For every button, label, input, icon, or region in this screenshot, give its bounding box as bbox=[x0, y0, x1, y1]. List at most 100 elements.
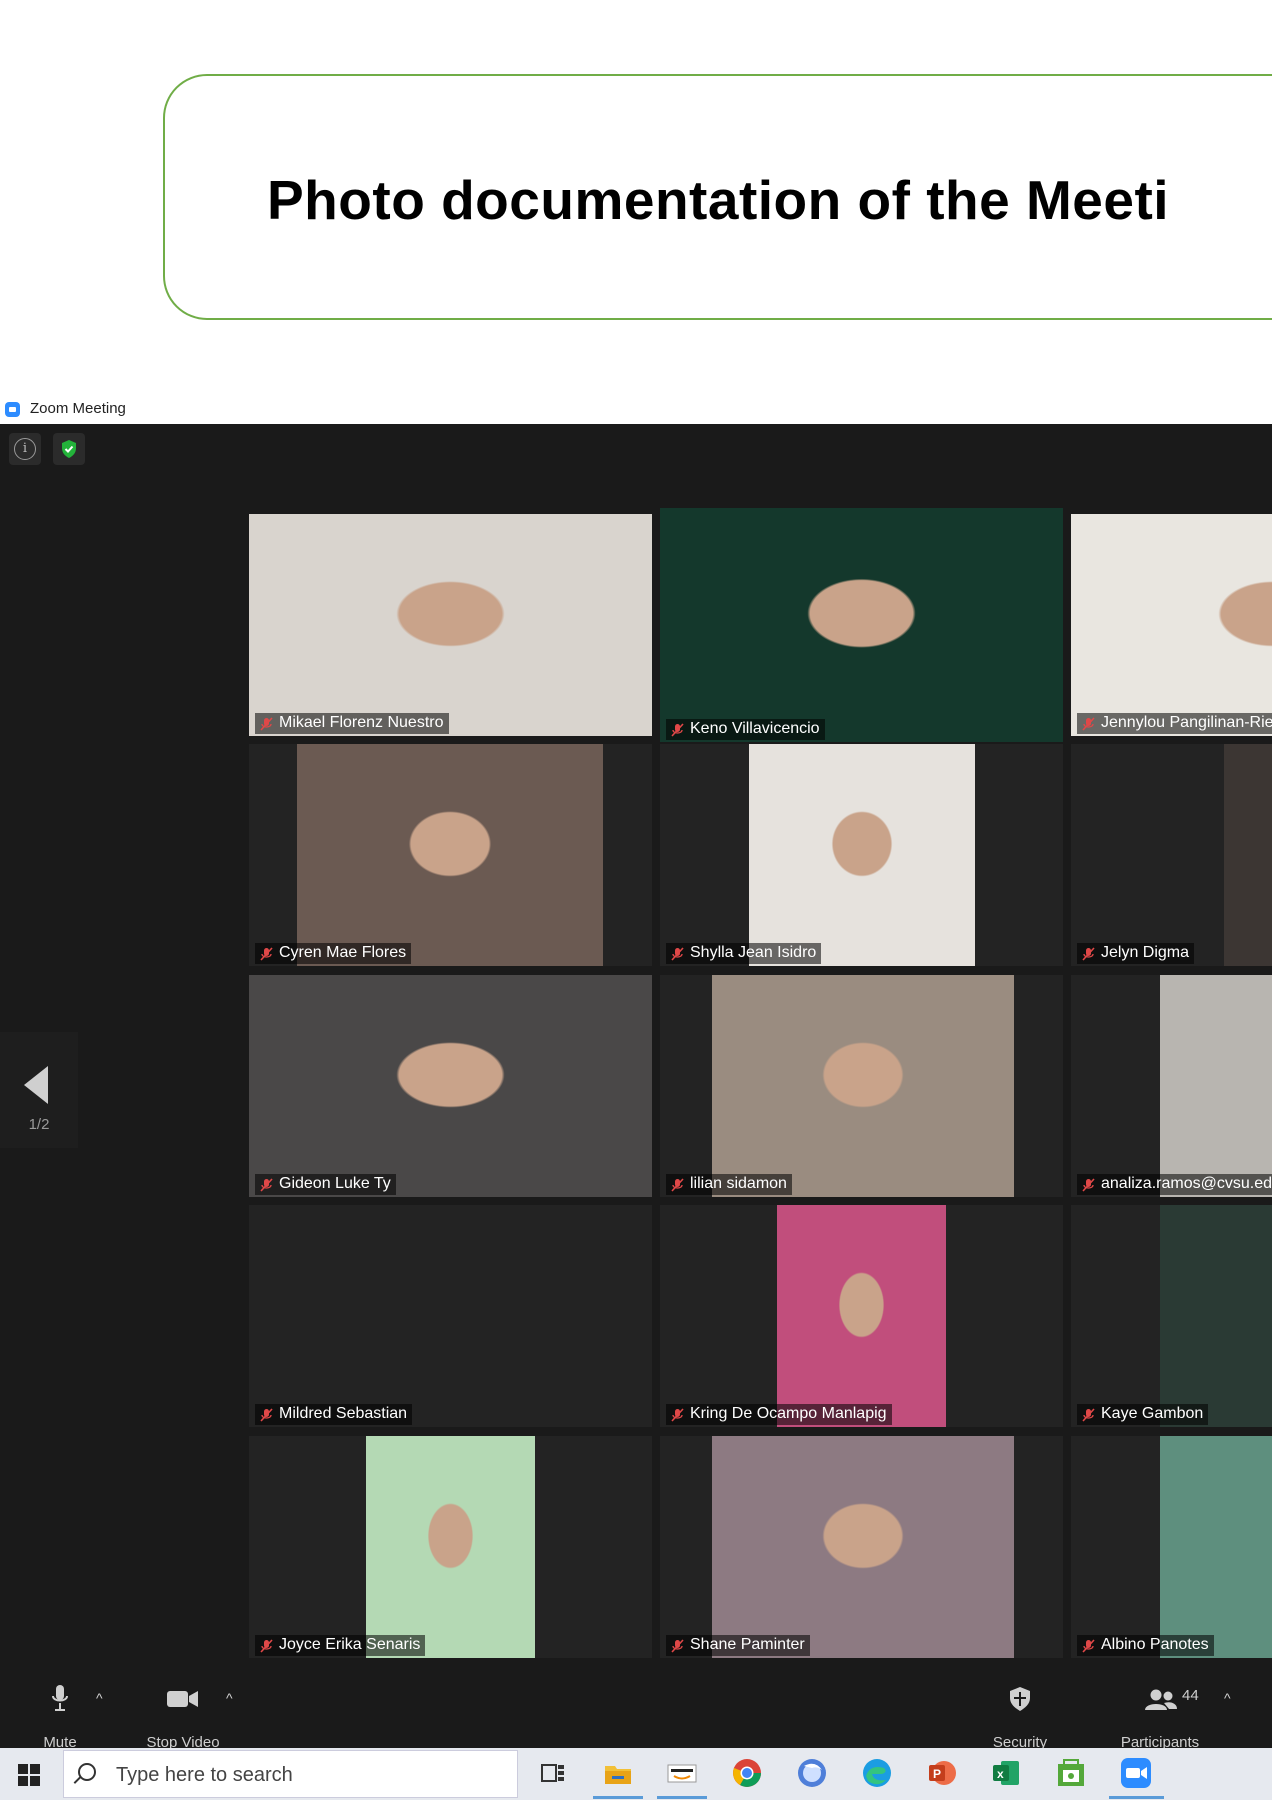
participant-video-feed bbox=[1160, 1205, 1272, 1427]
participant-name-text: Mikael Florenz Nuestro bbox=[279, 714, 444, 731]
encryption-shield-button[interactable] bbox=[53, 433, 85, 465]
page-indicator: 1/2 bbox=[28, 1116, 50, 1133]
participant-video-feed bbox=[366, 1436, 535, 1658]
participant-name-text: Kring De Ocampo Manlapig bbox=[690, 1405, 887, 1422]
muted-microphone-icon bbox=[1082, 1178, 1095, 1192]
participant-video-tile[interactable]: Kaye Gambon bbox=[1071, 1205, 1272, 1427]
store-icon[interactable] bbox=[1054, 1756, 1088, 1790]
meeting-info-button[interactable]: i bbox=[9, 433, 41, 465]
participant-video-feed bbox=[1160, 975, 1272, 1197]
participant-name-label: Gideon Luke Ty bbox=[255, 1174, 396, 1195]
muted-microphone-icon bbox=[260, 1639, 273, 1653]
participant-name-text: lilian sidamon bbox=[690, 1175, 787, 1192]
participant-video-feed bbox=[1160, 1436, 1272, 1658]
participants-count-badge: 44 bbox=[1182, 1687, 1199, 1704]
participant-name-text: Albino Panotes bbox=[1101, 1636, 1209, 1653]
muted-microphone-icon bbox=[1082, 947, 1095, 961]
zoom-icon[interactable] bbox=[1119, 1756, 1153, 1790]
powerpoint-icon[interactable]: P bbox=[924, 1756, 958, 1790]
participant-video-tile[interactable]: Mildred Sebastian bbox=[249, 1205, 652, 1427]
audio-options-caret-icon[interactable]: ^ bbox=[96, 1690, 103, 1706]
shield-check-icon bbox=[62, 440, 76, 458]
participant-video-tile[interactable]: Jennylou Pangilinan-Riel bbox=[1071, 514, 1272, 736]
muted-microphone-icon bbox=[260, 1408, 273, 1422]
info-icon: i bbox=[14, 438, 36, 460]
security-button[interactable]: Security bbox=[980, 1684, 1060, 1751]
chevron-left-icon bbox=[24, 1066, 48, 1104]
participant-video-tile[interactable]: Joyce Erika Senaris bbox=[249, 1436, 652, 1658]
participant-video-feed bbox=[749, 744, 975, 966]
edge-icon[interactable] bbox=[860, 1756, 894, 1790]
taskbar-search-box[interactable]: Type here to search bbox=[63, 1750, 518, 1798]
participant-name-text: Kaye Gambon bbox=[1101, 1405, 1204, 1422]
svg-text:P: P bbox=[933, 1767, 941, 1781]
muted-microphone-icon bbox=[260, 1178, 273, 1192]
chrome-icon[interactable] bbox=[730, 1756, 764, 1790]
document-title: Photo documentation of the Meeti bbox=[267, 169, 1170, 231]
participant-name-text: analiza.ramos@cvsu.ed bbox=[1101, 1175, 1272, 1192]
firefox-icon[interactable] bbox=[795, 1756, 829, 1790]
participant-video-tile[interactable]: Shane Paminter bbox=[660, 1436, 1063, 1658]
muted-microphone-icon bbox=[671, 947, 684, 961]
participant-video-tile[interactable]: analiza.ramos@cvsu.ed bbox=[1071, 975, 1272, 1197]
participant-video-feed bbox=[297, 744, 603, 966]
participant-video-feed bbox=[660, 508, 1063, 742]
participant-video-tile[interactable]: Cyren Mae Flores bbox=[249, 744, 652, 966]
amazon-icon[interactable] bbox=[665, 1756, 699, 1790]
task-view-icon[interactable] bbox=[536, 1756, 570, 1790]
participant-name-label: Mildred Sebastian bbox=[255, 1404, 413, 1425]
participant-name-text: Jennylou Pangilinan-Riel bbox=[1101, 714, 1272, 731]
participant-name-text: Shylla Jean Isidro bbox=[690, 944, 817, 961]
participant-video-tile[interactable]: Shylla Jean Isidro bbox=[660, 744, 1063, 966]
muted-microphone-icon bbox=[1082, 1408, 1095, 1422]
participant-video-tile[interactable]: Albino Panotes bbox=[1071, 1436, 1272, 1658]
participant-video-tile[interactable]: Kring De Ocampo Manlapig bbox=[660, 1205, 1063, 1427]
muted-microphone-icon bbox=[671, 723, 684, 737]
participant-name-label: Jennylou Pangilinan-Riel bbox=[1077, 713, 1272, 734]
participant-name-text: Cyren Mae Flores bbox=[279, 944, 407, 961]
participant-name-label: lilian sidamon bbox=[666, 1174, 792, 1195]
file-explorer-running-indicator bbox=[593, 1796, 643, 1799]
participant-video-feed bbox=[712, 1436, 1014, 1658]
participant-name-label: Shane Paminter bbox=[666, 1635, 810, 1656]
participant-name-label: Keno Villavicencio bbox=[666, 719, 825, 740]
participants-icon bbox=[1145, 1689, 1177, 1710]
muted-microphone-icon bbox=[671, 1408, 684, 1422]
participant-video-tile[interactable]: Jelyn Digma bbox=[1071, 744, 1272, 966]
participant-name-label: Joyce Erika Senaris bbox=[255, 1635, 426, 1656]
participant-name-label: Jelyn Digma bbox=[1077, 943, 1195, 964]
participant-name-label: Albino Panotes bbox=[1077, 1635, 1214, 1656]
muted-microphone-icon bbox=[1082, 1639, 1095, 1653]
mute-button[interactable]: Mute bbox=[32, 1684, 88, 1751]
stop-video-button[interactable]: Stop Video bbox=[140, 1684, 226, 1751]
participant-name-text: Jelyn Digma bbox=[1101, 944, 1190, 961]
participant-video-feed bbox=[1071, 514, 1272, 736]
participant-name-text: Keno Villavicencio bbox=[690, 720, 820, 737]
file-explorer-icon[interactable] bbox=[601, 1756, 635, 1790]
participant-name-label: Kring De Ocampo Manlapig bbox=[666, 1404, 892, 1425]
search-placeholder: Type here to search bbox=[116, 1764, 293, 1786]
participant-name-label: analiza.ramos@cvsu.ed bbox=[1077, 1174, 1272, 1195]
participants-options-caret-icon[interactable]: ^ bbox=[1224, 1690, 1231, 1706]
participant-video-feed bbox=[777, 1205, 946, 1427]
previous-page-button[interactable]: 1/2 bbox=[0, 1032, 78, 1148]
participant-video-tile[interactable]: Keno Villavicencio bbox=[660, 508, 1063, 742]
participant-name-text: Shane Paminter bbox=[690, 1636, 805, 1653]
participant-name-label: Mikael Florenz Nuestro bbox=[255, 713, 449, 734]
participant-video-tile[interactable]: Mikael Florenz Nuestro bbox=[249, 514, 652, 736]
participant-video-tile[interactable]: Gideon Luke Ty bbox=[249, 975, 652, 1197]
participant-name-text: Gideon Luke Ty bbox=[279, 1175, 391, 1192]
zoom-running-indicator bbox=[1109, 1796, 1164, 1799]
amazon-running-indicator bbox=[657, 1796, 707, 1799]
participant-video-tile[interactable]: lilian sidamon bbox=[660, 975, 1063, 1197]
participant-video-feed bbox=[712, 975, 1014, 1197]
video-camera-icon bbox=[167, 1691, 198, 1707]
excel-icon[interactable]: x bbox=[989, 1756, 1023, 1790]
participant-video-feed bbox=[1224, 744, 1272, 966]
participant-video-feed bbox=[249, 975, 652, 1197]
video-options-caret-icon[interactable]: ^ bbox=[226, 1690, 233, 1706]
muted-microphone-icon bbox=[260, 947, 273, 961]
windows-start-icon[interactable] bbox=[18, 1764, 40, 1786]
muted-microphone-icon bbox=[260, 717, 273, 731]
security-shield-icon bbox=[1010, 1687, 1030, 1711]
